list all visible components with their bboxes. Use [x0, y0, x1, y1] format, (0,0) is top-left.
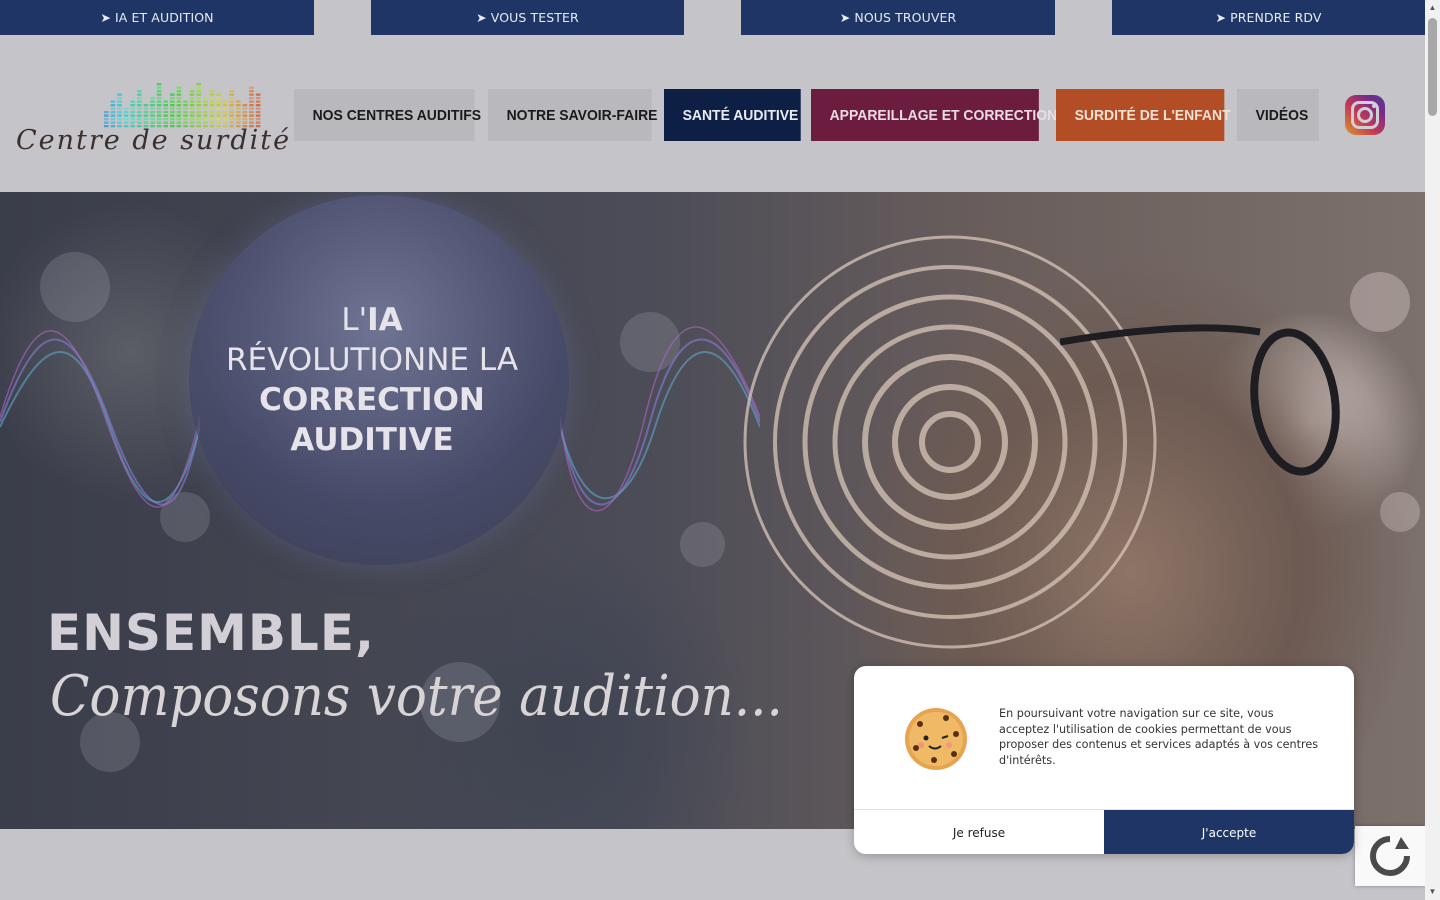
scroll-up-arrow[interactable]: ▲ [1428, 3, 1437, 13]
hero-headline: ENSEMBLE, [47, 604, 376, 662]
vous-tester-link[interactable]: ➤ VOUS TESTER [371, 0, 684, 35]
nav-label: SANTÉ AUDITIVE [682, 106, 799, 124]
nav-label: SURDITÉ DE L'ENFANT [1074, 106, 1231, 124]
main-nav: NOS CENTRES AUDITIFS NOTRE SAVOIR-FAIRE … [294, 89, 1325, 141]
nav-label: VIDÉOS [1255, 106, 1309, 124]
nav-item-surdite-enfant[interactable]: SURDITÉ DE L'ENFANT [1056, 89, 1231, 141]
bubble-line2: RÉVOLUTIONNE LA [225, 342, 519, 378]
hero-tagline: Composons votre audition... [50, 664, 783, 729]
refuse-cookies-button[interactable]: Je refuse [854, 810, 1104, 854]
scroll-down-arrow[interactable]: ▼ [1428, 887, 1437, 897]
site-logo[interactable]: Centre de surdité [14, 73, 289, 163]
cookie-banner: En poursuivant votre navigation sur ce s… [854, 666, 1354, 854]
nav-label: APPAREILLAGE ET CORRECTION [829, 106, 1058, 124]
site-header: Centre de surdité NOS CENTRES AUDITIFS N… [0, 35, 1425, 192]
page-scrollbar[interactable]: ▲ ▼ [1425, 0, 1440, 900]
recaptcha-badge[interactable] [1355, 826, 1425, 886]
hero-bubble-text: L'IA RÉVOLUTIONNE LA CORRECTION AUDITIVE [189, 300, 555, 460]
cookie-actions: Je refuse J'accepte [854, 809, 1354, 854]
recaptcha-icon [1370, 836, 1410, 876]
scroll-thumb[interactable] [1428, 18, 1437, 116]
nav-label: NOTRE SAVOIR-FAIRE [506, 106, 658, 124]
nav-item-videos[interactable]: VIDÉOS [1237, 89, 1319, 141]
bubble-line1b: IA [367, 302, 403, 338]
ia-audition-link[interactable]: ➤ IA ET AUDITION [0, 0, 314, 35]
cookie-message: En poursuivant votre navigation sur ce s… [999, 707, 1319, 767]
nous-trouver-link[interactable]: ➤ NOUS TROUVER [741, 0, 1055, 35]
glasses-graphic [1060, 324, 1340, 476]
nav-item-appareillage[interactable]: APPAREILLAGE ET CORRECTION [811, 89, 1057, 141]
logo-text: Centre de surdité [16, 125, 292, 156]
nav-label: NOS CENTRES AUDITIFS [312, 106, 482, 124]
sound-wave-right [560, 326, 760, 512]
nav-item-centres[interactable]: NOS CENTRES AUDITIFS [294, 89, 481, 141]
bubble-line1a: L' [341, 302, 368, 338]
sound-wave-left [0, 330, 200, 508]
prendre-rdv-link[interactable]: ➤ PRENDRE RDV [1112, 0, 1425, 35]
cookie-icon [905, 708, 967, 770]
nav-item-sante-auditive[interactable]: SANTÉ AUDITIVE [664, 89, 801, 141]
top-bar: ➤ IA ET AUDITION ➤ VOUS TESTER ➤ NOUS TR… [0, 0, 1425, 35]
nav-item-savoir-faire[interactable]: NOTRE SAVOIR-FAIRE [488, 89, 657, 141]
bubble-line4: AUDITIVE [290, 422, 454, 458]
instagram-icon[interactable] [1345, 95, 1385, 135]
bubble-line3: CORRECTION [259, 382, 485, 418]
equalizer-logo-graphic [104, 83, 261, 128]
accept-cookies-button[interactable]: J'accepte [1104, 810, 1354, 854]
